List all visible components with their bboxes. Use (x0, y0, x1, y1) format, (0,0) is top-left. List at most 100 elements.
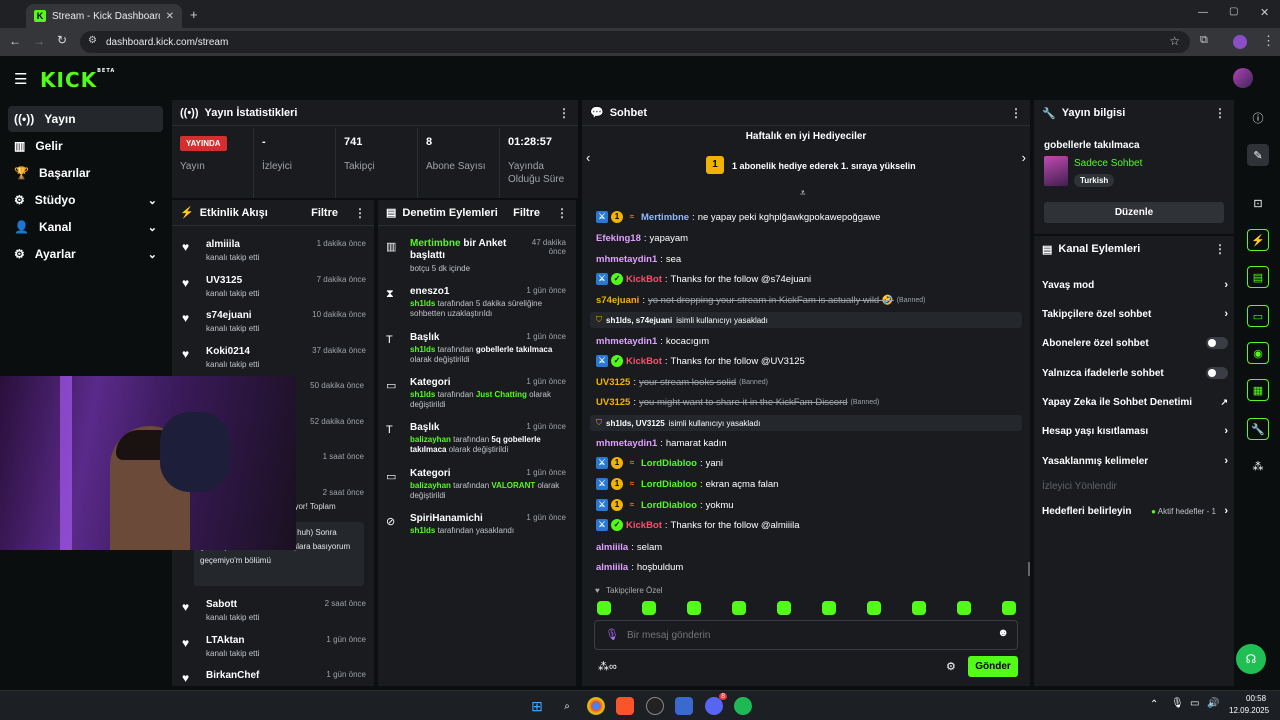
brave-icon[interactable] (616, 697, 634, 715)
nav-item-basarilar[interactable]: 🏆 Başarılar (8, 160, 163, 186)
browser-tab[interactable]: K Stream - Kick Dashboard ✕ (26, 4, 182, 28)
emote-icon[interactable] (822, 601, 836, 615)
chevron-left-icon[interactable]: ‹ (586, 150, 590, 165)
followers-chat-row[interactable]: Takipçilere özel sohbet › (1042, 303, 1228, 325)
back-icon[interactable]: ← (9, 34, 21, 48)
filter-button[interactable]: Filtre (311, 207, 338, 219)
goals-row[interactable]: Hedefleri belirleyin ● Aktif hedefler - 1… (1042, 500, 1228, 522)
support-icon[interactable]: ☊ (1236, 644, 1266, 674)
broadcast-icon[interactable]: ◉ (1247, 342, 1269, 364)
chat-message[interactable]: UV3125: you might want to share it in th… (596, 393, 879, 411)
close-tab-icon[interactable]: ✕ (166, 11, 174, 22)
emote-icon[interactable] (777, 601, 791, 615)
new-tab-icon[interactable]: + (190, 7, 198, 22)
pencil-icon[interactable]: ✎ (1247, 144, 1269, 166)
network-icon[interactable]: ▭ (1190, 698, 1199, 709)
maximize-icon[interactable]: ▢ (1229, 6, 1238, 17)
search-icon[interactable]: ⌕ (558, 697, 576, 715)
emote-icon[interactable] (687, 601, 701, 615)
chat-message[interactable]: Efeking18: yapayam (596, 229, 688, 247)
more-options-icon[interactable]: ⋮ (558, 106, 570, 120)
more-options-icon[interactable]: ⋮ (354, 206, 366, 220)
chat-message[interactable]: s74ejuani: yo not dropping your stream i… (596, 291, 925, 309)
chat-username[interactable]: KickBot (626, 520, 662, 531)
chat-message[interactable]: ⚔ 1 ≈ LordDiabloo: yani (596, 454, 723, 472)
layout-icon[interactable]: ▦ (1247, 379, 1269, 401)
chat-username[interactable]: mhmetaydin1 (596, 438, 657, 449)
reload-icon[interactable]: ↻ (57, 33, 67, 47)
emote-icon[interactable] (957, 601, 971, 615)
pin-collapse-icon[interactable]: ⩡ (800, 188, 806, 199)
slow-mode-row[interactable]: Yavaş mod › (1042, 274, 1228, 296)
lightning-icon[interactable]: ⚡ (1247, 229, 1269, 251)
extensions-icon[interactable]: ⧉ (1200, 34, 1208, 47)
chat-username[interactable]: LordDiabloo (641, 479, 697, 490)
minimize-icon[interactable]: — (1198, 7, 1208, 18)
chat-bubble-icon[interactable]: ▭ (1247, 305, 1269, 327)
app-icon[interactable] (675, 697, 693, 715)
chat-username[interactable]: Efeking18 (596, 233, 641, 244)
volume-icon[interactable]: 🔊 (1207, 698, 1219, 709)
filter-button[interactable]: Filtre (513, 207, 540, 219)
more-options-icon[interactable]: ⋮ (1214, 106, 1226, 120)
bookmark-star-icon[interactable]: ☆ (1169, 34, 1180, 48)
chat-input[interactable] (627, 627, 987, 643)
mic-icon[interactable]: 🎙 (605, 628, 619, 641)
nav-item-yayin[interactable]: ((•)) Yayın (8, 106, 163, 132)
chat-settings-icon[interactable]: ⚙ (946, 660, 956, 673)
chat-username[interactable]: almiiila (596, 562, 628, 573)
nav-item-gelir[interactable]: ▥ Gelir (8, 133, 163, 159)
channel-points-icon[interactable]: ⁂∞ (598, 660, 617, 673)
nav-item-ayarlar[interactable]: ⚙ Ayarlar ⌄ (8, 241, 163, 267)
clock-time[interactable]: 00:58 (1246, 694, 1266, 703)
chat-username[interactable]: mhmetaydin1 (596, 336, 657, 347)
chat-username[interactable]: Mertimbne (641, 212, 689, 223)
chat-username[interactable]: almiiila (596, 542, 628, 553)
ai-mod-row[interactable]: Yapay Zeka ile Sohbet Denetimi ↗ (1042, 391, 1228, 413)
discord-icon[interactable]: 8 (705, 693, 727, 715)
chat-message[interactable]: ⚔ 1 ≈ LordDiabloo: yokmu (596, 496, 734, 514)
chat-message[interactable]: mhmetaydin1: sea (596, 250, 681, 268)
chat-message[interactable]: UV3125: your stream looks solid (Banned) (596, 373, 768, 391)
chat-message[interactable]: ⚔ 1 ≈ Mertimbne: ne yapay peki kghplğawkgpo… (596, 208, 880, 226)
channel-points-icon[interactable]: ⁂ (1247, 455, 1269, 477)
emote-icon[interactable] (912, 601, 926, 615)
nav-item-studyo[interactable]: ⚙ Stüdyo ⌄ (8, 187, 163, 213)
clock-date[interactable]: 12.09.2025 (1229, 706, 1269, 715)
more-options-icon[interactable]: ⋮ (1010, 106, 1022, 120)
address-bar[interactable]: ⚙ dashboard.kick.com/stream ☆ (80, 31, 1190, 53)
more-options-icon[interactable]: ⋮ (1214, 242, 1226, 256)
emote-icon[interactable] (1002, 601, 1016, 615)
focus-icon[interactable]: ⊡ (1247, 192, 1269, 214)
emote-icon[interactable] (867, 601, 881, 615)
browser-menu-icon[interactable]: ⋮ (1262, 33, 1275, 49)
obs-icon[interactable] (646, 697, 664, 715)
profile-avatar[interactable] (1233, 35, 1247, 49)
chat-username[interactable]: UV3125 (596, 397, 630, 408)
emotes-chat-toggle[interactable] (1206, 367, 1228, 379)
chat-message[interactable]: ⚔ ✓ KickBot: Thanks for the follow @almiii… (596, 516, 800, 534)
chat-username[interactable]: KickBot (626, 274, 662, 285)
hamburger-menu-icon[interactable]: ☰ (14, 70, 27, 88)
kick-logo[interactable]: KICKBETA (40, 68, 115, 92)
chat-username[interactable]: s74ejuani (596, 295, 639, 306)
chat-username[interactable]: LordDiabloo (641, 458, 697, 469)
chat-username[interactable]: LordDiabloo (641, 500, 697, 511)
emote-icon[interactable] (597, 601, 611, 615)
webcam-overlay[interactable] (0, 376, 296, 550)
more-options-icon[interactable]: ⋮ (556, 206, 568, 220)
chat-message[interactable]: ⚔ ✓ KickBot: Thanks for the follow @s74eju… (596, 270, 811, 288)
stream-category[interactable]: Sadece Sohbet (1074, 158, 1142, 169)
chevron-up-icon[interactable]: ⌃ (1150, 699, 1158, 710)
emote-icon[interactable] (642, 601, 656, 615)
close-window-icon[interactable]: ✕ (1260, 6, 1269, 19)
chevron-right-icon[interactable]: › (1022, 150, 1026, 165)
chat-message[interactable]: ⚔ 1 ≈ LordDiabloo: ekran açma falan (596, 475, 778, 493)
chat-message[interactable]: mhmetaydin1: hamarat kadın (596, 434, 727, 452)
site-info-icon[interactable]: ⚙ (88, 35, 97, 46)
forward-icon[interactable]: → (33, 34, 45, 48)
nav-item-kanal[interactable]: 👤 Kanal ⌄ (8, 214, 163, 240)
subs-chat-toggle[interactable] (1206, 337, 1228, 349)
send-button[interactable]: Gönder (968, 656, 1018, 677)
chat-username[interactable]: mhmetaydin1 (596, 254, 657, 265)
